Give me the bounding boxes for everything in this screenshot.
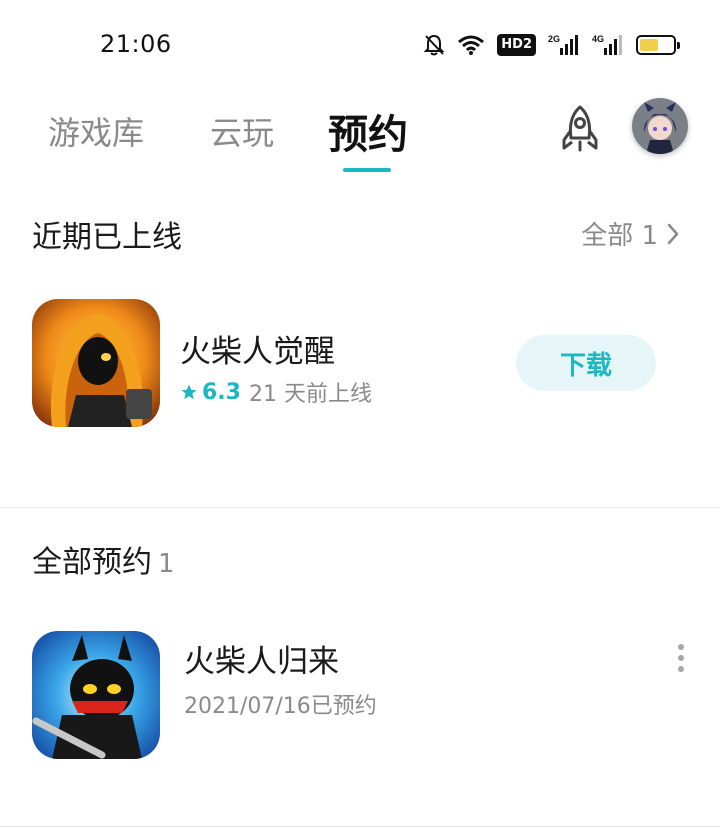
battery-fill (640, 39, 658, 51)
star-icon (181, 384, 197, 400)
bottom-divider (0, 826, 720, 827)
avatar[interactable] (632, 98, 688, 154)
reservations-section-title: 全部预约 1 (32, 537, 175, 581)
game-meta-awakening: 6.3 21 天前上线 (180, 376, 372, 408)
bell-muted-icon (423, 31, 445, 59)
wifi-icon (457, 31, 485, 59)
reservations-count: 1 (158, 549, 175, 579)
top-tabs: 游戏库 云玩 预约 (0, 92, 720, 182)
view-all-link[interactable]: 全部 1 (581, 215, 680, 252)
status-bar: 21:06 HD2 2G 4G (0, 0, 720, 90)
rocket-icon[interactable] (554, 104, 606, 156)
game-name-awakening: 火柴人觉醒 (180, 334, 335, 370)
download-button[interactable]: 下载 (516, 335, 656, 391)
rating: 6.3 (180, 380, 241, 405)
status-icons: HD2 2G 4G (423, 30, 680, 60)
tab-cloud-play[interactable]: 云玩 (210, 108, 274, 154)
hd-icon: HD2 (497, 34, 536, 56)
tab-game-library[interactable]: 游戏库 (48, 108, 144, 154)
status-time: 21:06 (100, 30, 172, 58)
rating-value: 6.3 (202, 379, 241, 405)
more-options-icon[interactable] (668, 640, 694, 676)
section-divider (0, 507, 720, 508)
reserved-date: 2021/07/16已预约 (184, 694, 377, 719)
game-name-return: 火柴人归来 (184, 644, 339, 680)
signal-icon: 2G (548, 31, 580, 59)
release-info: 21 天前上线 (248, 382, 372, 407)
battery-icon (636, 31, 680, 59)
active-tab-indicator (343, 168, 391, 172)
signal-label: 2G (548, 34, 560, 44)
signal-icon: 4G (592, 31, 624, 59)
signal-label: 4G (592, 34, 604, 44)
game-icon-awakening[interactable] (32, 299, 160, 427)
recent-section-title: 近期已上线 (32, 220, 182, 255)
view-all-label: 全部 1 (581, 221, 658, 251)
tab-reservations[interactable]: 预约 (328, 102, 408, 160)
reservations-title-text: 全部预约 (32, 545, 152, 580)
game-icon-return[interactable] (32, 631, 160, 759)
chevron-right-icon (667, 223, 679, 244)
